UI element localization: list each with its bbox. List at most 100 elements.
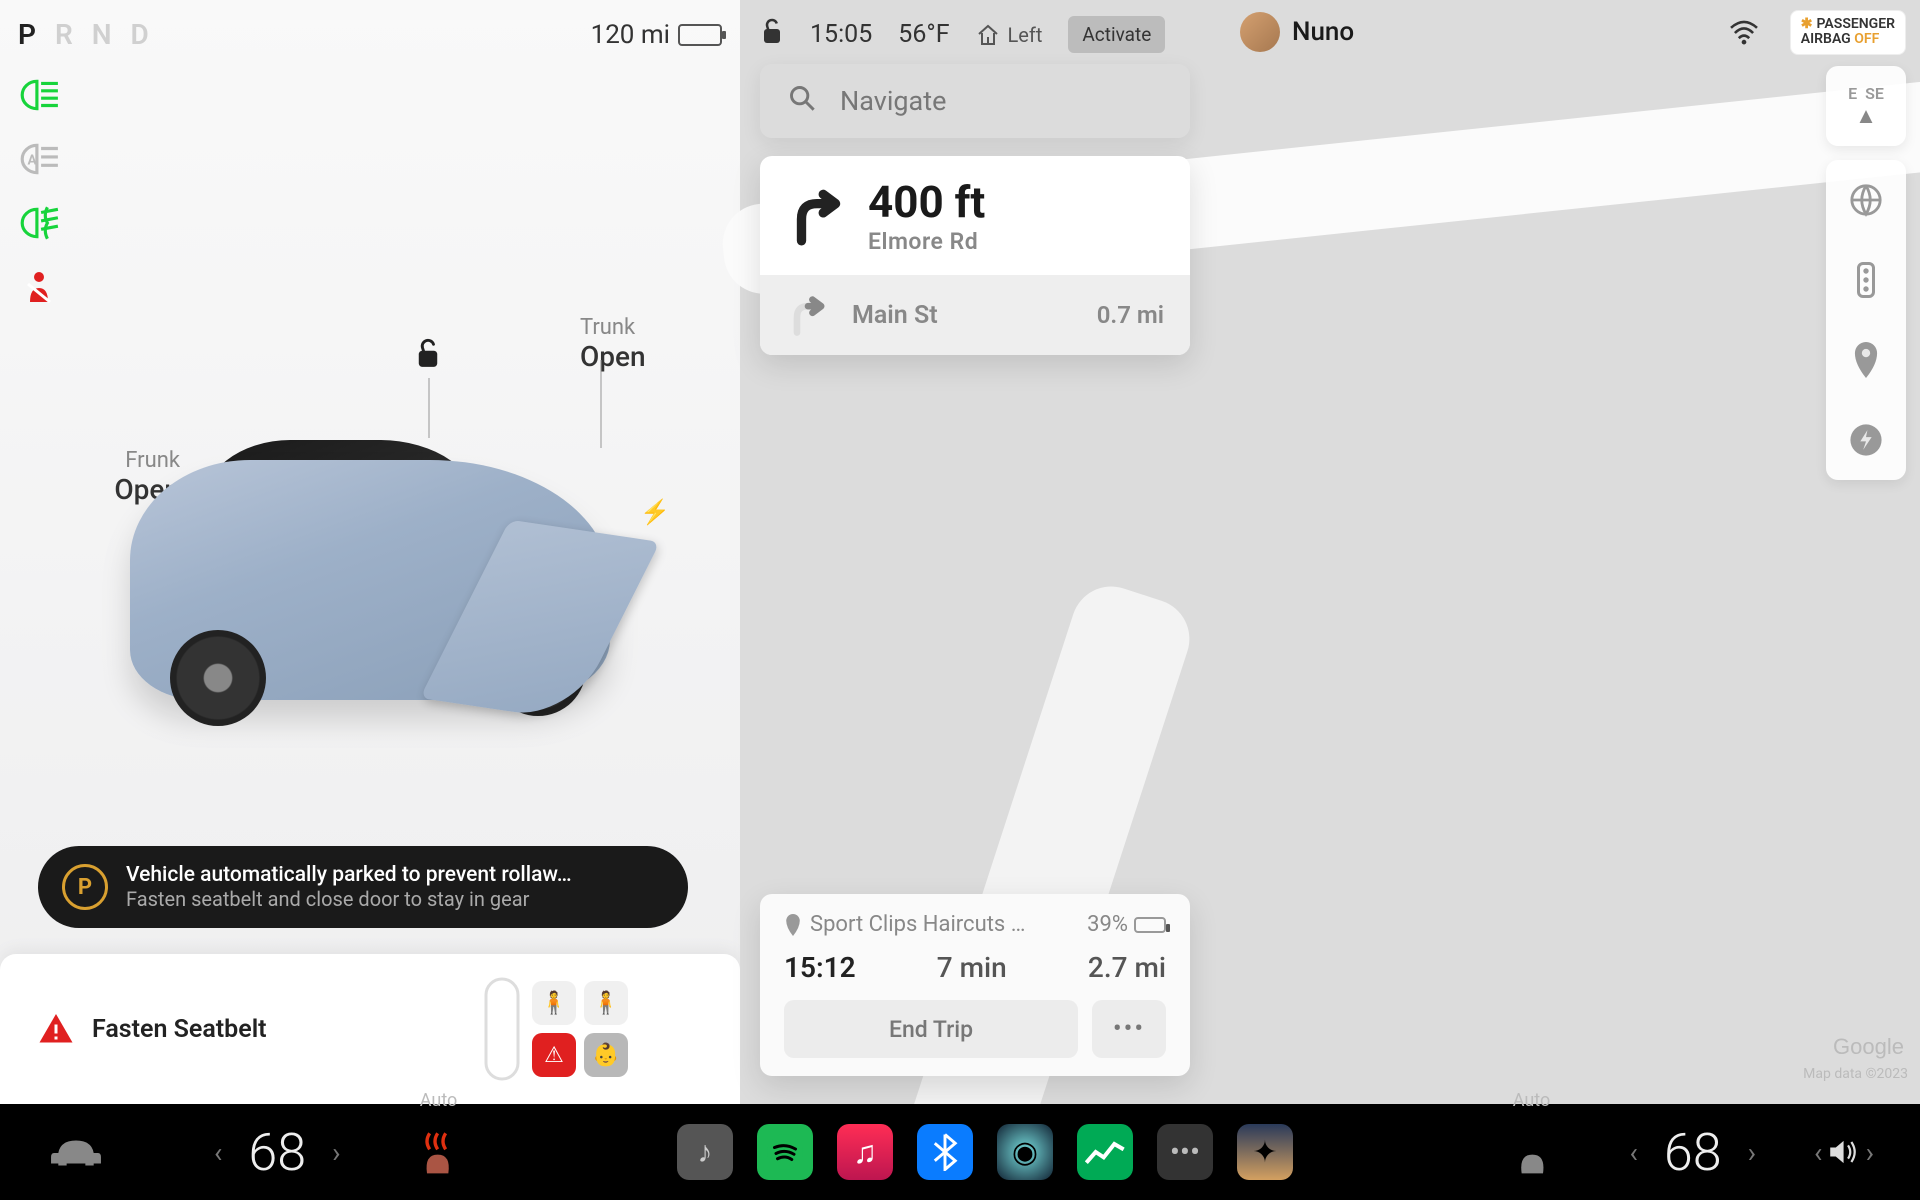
car-controls-button[interactable] (40, 1116, 112, 1188)
gear-selector: P R N D (18, 18, 155, 51)
lock-status-icon[interactable] (760, 17, 784, 52)
map-traffic-button[interactable] (1826, 240, 1906, 320)
volume-down[interactable]: ‹ (1808, 1136, 1828, 1169)
vehicle-alert[interactable]: P Vehicle automatically parked to preven… (38, 846, 688, 928)
navigate-search[interactable]: Navigate (760, 64, 1190, 138)
battery-icon (678, 24, 722, 46)
driver-profile-button[interactable]: Nuno (1240, 12, 1354, 52)
auto-highbeam-icon: A (18, 142, 60, 176)
map-data-attr: Map data ©2023 (1803, 1066, 1908, 1082)
driver-temp-control: ‹ 68 › (208, 1122, 347, 1183)
driver-temp-up[interactable]: › (326, 1136, 346, 1169)
avatar (1240, 12, 1280, 52)
gear-n: N (92, 18, 118, 51)
theater-app-button[interactable]: ✦ (1237, 1124, 1293, 1180)
map-road-2 (900, 576, 1200, 1184)
warning-triangle-icon (38, 1011, 74, 1047)
vehicle-panel: P R N D 120 mi A Frunk Open Trunk Open ⚡… (0, 0, 740, 1104)
spotify-app-button[interactable] (757, 1124, 813, 1180)
status-bar: 15:05 56°F Left Activate (760, 16, 1165, 53)
passenger-seat-heat-button[interactable] (1495, 1116, 1567, 1188)
driver-temp-down[interactable]: ‹ (208, 1136, 228, 1169)
nav-secondary-step: Main St 0.7 mi (760, 275, 1190, 355)
map-tools (1826, 160, 1906, 480)
destination-name: Sport Clips Haircuts … (810, 912, 1025, 937)
trip-distance: 2.7 mi (1088, 951, 1166, 984)
volume-up[interactable]: › (1860, 1136, 1880, 1169)
gear-r: R (55, 18, 79, 51)
foglight-icon (18, 206, 60, 240)
dashcam-app-button[interactable]: ◉ (997, 1124, 1053, 1180)
battery-range: 120 mi (591, 20, 722, 50)
nav-next-road: Main St (852, 301, 938, 330)
seat-child-icon: 👶 (584, 1033, 628, 1077)
turn-right-icon (786, 185, 848, 247)
telltale-indicators: A (18, 78, 60, 304)
airbag-state: OFF (1854, 31, 1879, 47)
trip-more-button[interactable]: ••• (1092, 1000, 1166, 1058)
seatbelt-card[interactable]: Fasten Seatbelt 🧍 🧍 ⚠ 👶 (0, 954, 740, 1104)
battery-small-icon (1134, 917, 1166, 933)
map-area[interactable]: 15:05 56°F Left Activate Nuno ✱PASSENGER… (740, 0, 1920, 1104)
seat-passenger-icon: 🧍 (584, 981, 628, 1025)
vehicle-render[interactable] (90, 420, 660, 800)
volume-control[interactable]: ‹ › (1808, 1116, 1880, 1188)
bluetooth-app-button[interactable] (917, 1124, 973, 1180)
driver-seat-heat-button[interactable] (403, 1116, 475, 1188)
arrival-time: 15:12 (784, 951, 856, 984)
profile-name: Nuno (1292, 17, 1354, 47)
more-apps-button[interactable]: ••• (1157, 1124, 1213, 1180)
seat-driver-icon: 🧍 (532, 981, 576, 1025)
passenger-temp-down[interactable]: ‹ (1623, 1136, 1643, 1169)
turn-right-small-icon (786, 293, 830, 337)
clock: 15:05 (810, 20, 872, 49)
passenger-temp-value[interactable]: 68 (1664, 1122, 1722, 1183)
nav-road: Elmore Rd (868, 228, 985, 255)
alert-title: Vehicle automatically parked to prevent … (126, 863, 572, 887)
bottom-dock: ‹ 68 › Auto ♪ ♫ ◉ ••• ✦ Auto ‹ 68 › ‹ › (0, 1104, 1920, 1200)
nav-primary-step: 400 ft Elmore Rd (760, 156, 1190, 275)
map-globe-button[interactable] (1826, 160, 1906, 240)
trunk-button[interactable]: Trunk Open (580, 315, 680, 373)
energy-app-button[interactable] (1077, 1124, 1133, 1180)
compass-arrow-icon: ▲ (1855, 103, 1877, 129)
gear-p: P (18, 18, 42, 51)
seatbelt-text: Fasten Seatbelt (92, 1015, 267, 1044)
passenger-temp-control: ‹ 68 › (1623, 1122, 1762, 1183)
destination-card[interactable]: Sport Clips Haircuts … 39% 15:12 7 min 2… (760, 894, 1190, 1076)
home-icon (976, 23, 1000, 47)
pin-small-icon (784, 914, 802, 936)
trunk-state: Open (580, 340, 680, 373)
end-trip-button[interactable]: End Trip (784, 1000, 1078, 1058)
airbag-line2: AIRBAG (1801, 31, 1851, 47)
unlock-icon[interactable] (414, 338, 442, 376)
wifi-icon[interactable] (1728, 20, 1760, 53)
volume-icon (1828, 1133, 1859, 1171)
svg-text:A: A (27, 152, 37, 168)
driver-temp-value[interactable]: 68 (248, 1122, 306, 1183)
navigation-card[interactable]: 400 ft Elmore Rd Main St 0.7 mi (760, 156, 1190, 355)
music-app-button[interactable]: ♪ (677, 1124, 733, 1180)
seatbelt-warning-icon (18, 270, 60, 304)
app-tray: ♪ ♫ ◉ ••• ✦ (677, 1124, 1293, 1180)
compass-button[interactable]: E SE ▲ (1826, 66, 1906, 146)
map-chargers-button[interactable] (1826, 400, 1906, 480)
airbag-line1: PASSENGER (1817, 16, 1895, 32)
search-placeholder: Navigate (840, 85, 946, 117)
map-pin-button[interactable] (1826, 320, 1906, 400)
apple-music-app-button[interactable]: ♫ (837, 1124, 893, 1180)
map-attribution: Google (1833, 1034, 1904, 1060)
gear-d: D (130, 18, 154, 51)
homelink-button[interactable]: Left (976, 23, 1043, 47)
passenger-temp-up[interactable]: › (1742, 1136, 1762, 1169)
search-icon (788, 84, 816, 119)
seat-unbelted-icon: ⚠ (532, 1033, 576, 1077)
passenger-seat-auto-label: Auto (1513, 1090, 1551, 1111)
range-value: 120 mi (591, 20, 670, 50)
outside-temp: 56°F (898, 20, 949, 49)
seat-occupancy-diagram: 🧍 🧍 ⚠ 👶 (480, 964, 710, 1094)
airbag-status: ✱PASSENGER AIRBAG OFF (1790, 10, 1906, 55)
trip-duration: 7 min (937, 951, 1007, 984)
activate-button[interactable]: Activate (1068, 16, 1165, 53)
alert-subtitle: Fasten seatbelt and close door to stay i… (126, 887, 572, 911)
